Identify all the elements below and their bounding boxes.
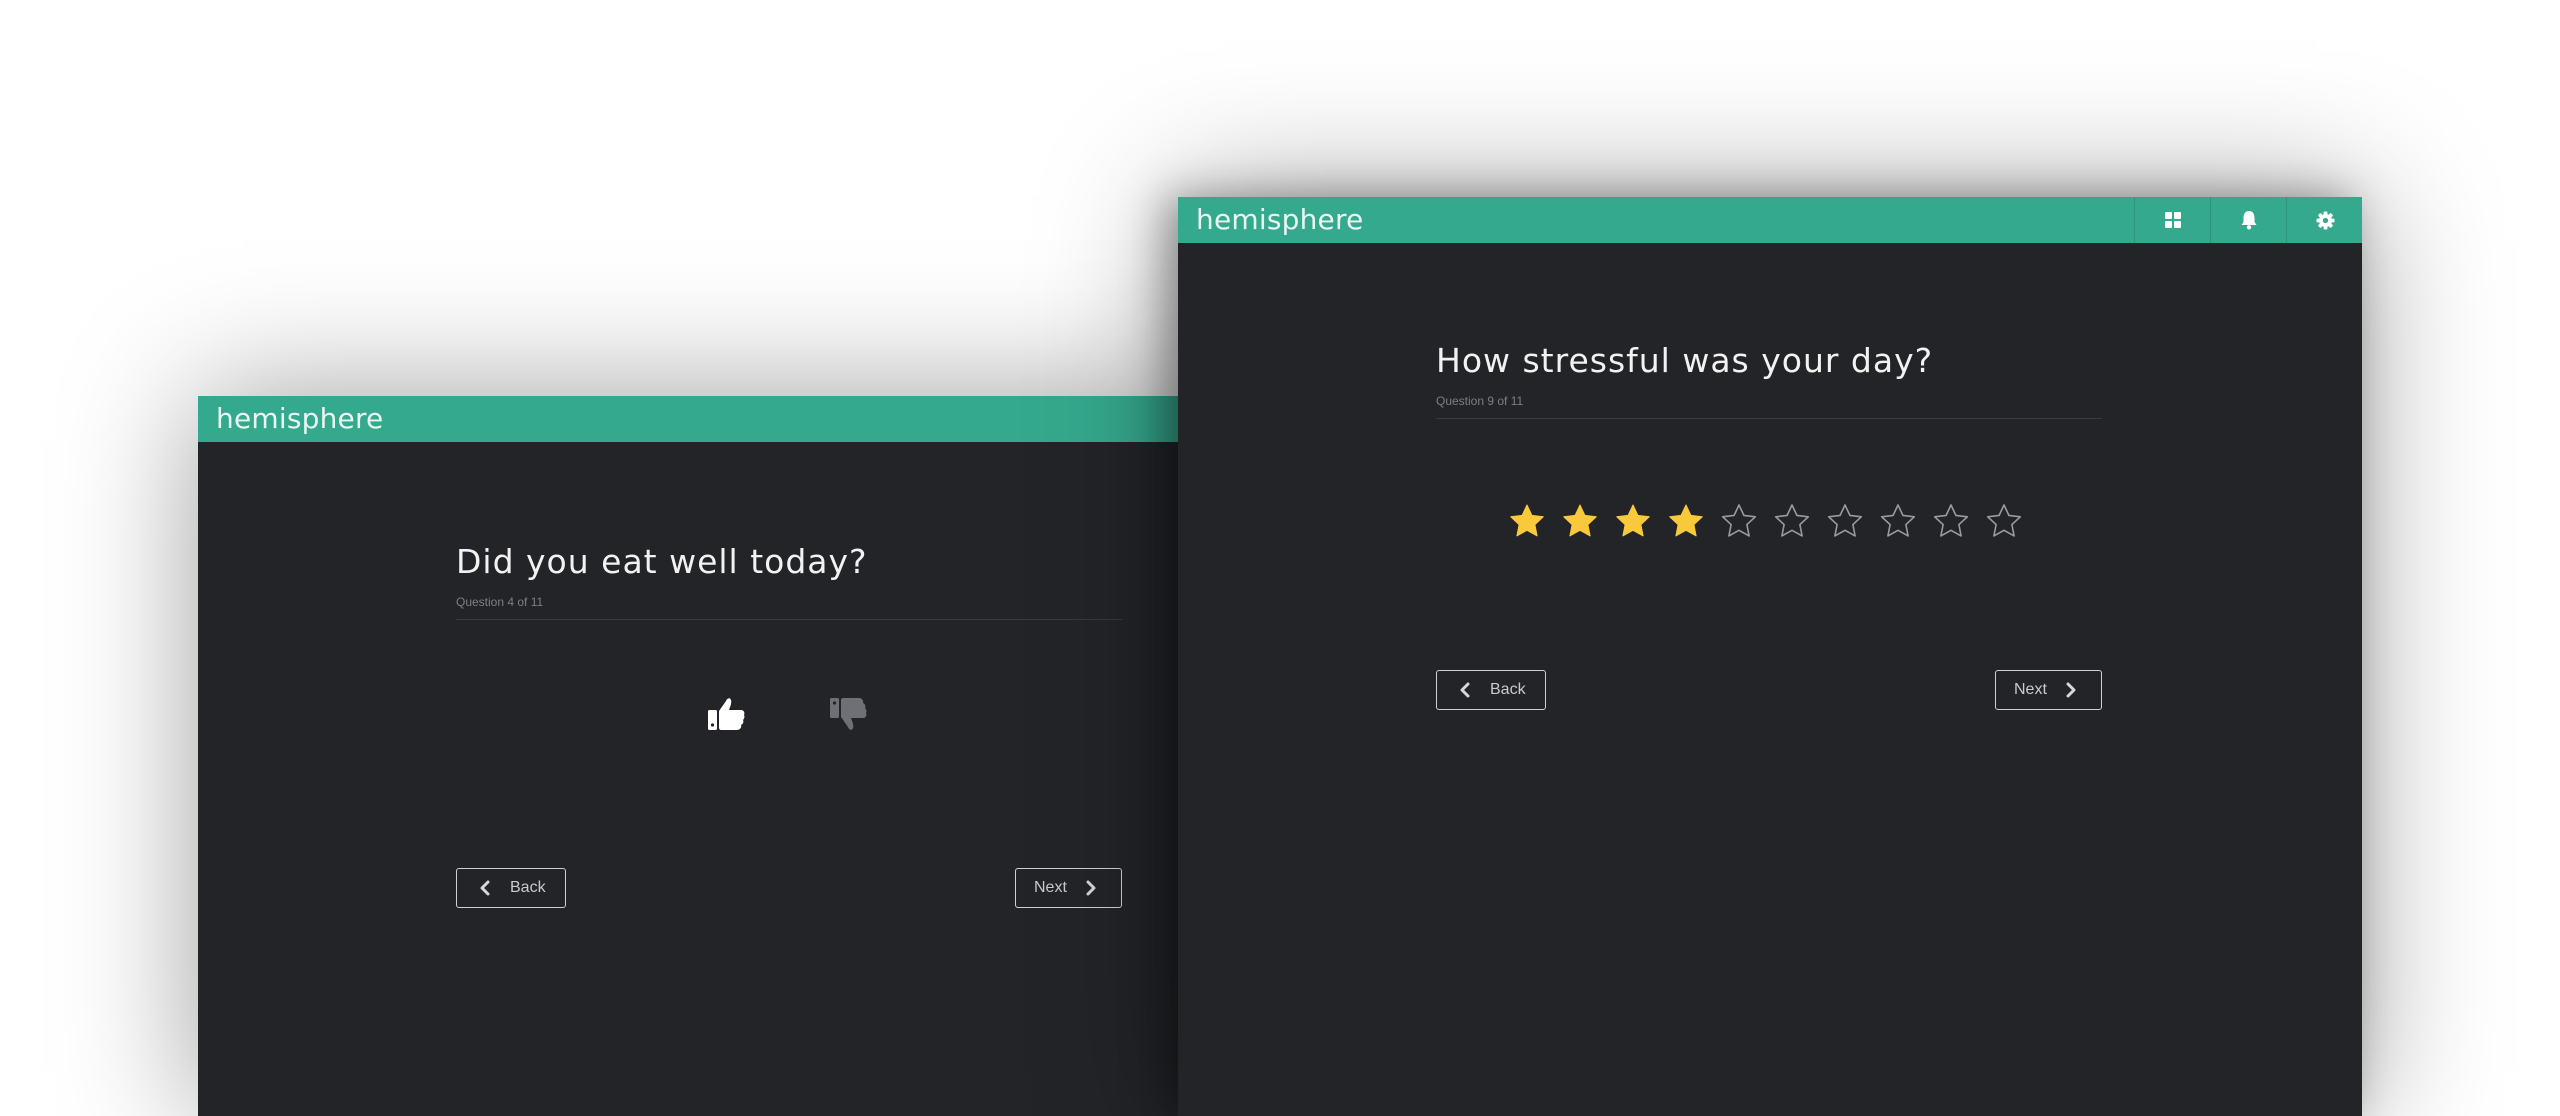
chevron-right-icon	[2066, 682, 2076, 698]
next-button[interactable]: Next	[1995, 670, 2102, 710]
settings-button[interactable]	[2286, 197, 2362, 243]
star-filled-icon[interactable]	[1614, 502, 1652, 540]
star-empty-icon[interactable]	[1932, 502, 1970, 540]
question-title: Did you eat well today?	[456, 542, 868, 581]
thumbs-up-icon[interactable]	[706, 692, 748, 734]
notifications-button[interactable]	[2210, 197, 2287, 243]
next-button-label: Next	[2014, 681, 2047, 698]
top-bar: hemisphere	[1178, 197, 2362, 243]
gear-icon	[2315, 210, 2335, 230]
star-filled-icon[interactable]	[1561, 502, 1599, 540]
question-progress: Question 4 of 11	[456, 595, 544, 609]
back-button-label: Back	[510, 879, 546, 896]
star-empty-icon[interactable]	[1985, 502, 2023, 540]
star-empty-icon[interactable]	[1773, 502, 1811, 540]
top-bar: hemisphere	[198, 396, 1198, 442]
thumbs-down-icon[interactable]	[828, 694, 870, 736]
question-title: How stressful was your day?	[1436, 341, 1934, 380]
next-button[interactable]: Next	[1015, 868, 1122, 908]
survey-window-food: hemisphere Did you eat well today? Quest…	[198, 396, 1198, 1116]
star-filled-icon[interactable]	[1508, 502, 1546, 540]
divider	[1436, 418, 2102, 419]
star-filled-icon[interactable]	[1667, 502, 1705, 540]
chevron-right-icon	[1086, 880, 1096, 896]
star-rating	[1508, 502, 2023, 542]
divider	[456, 619, 1122, 620]
question-progress: Question 9 of 11	[1436, 394, 1524, 408]
back-button-label: Back	[1490, 681, 1526, 698]
brand-logo: hemisphere	[216, 402, 384, 435]
star-empty-icon[interactable]	[1720, 502, 1758, 540]
star-empty-icon[interactable]	[1826, 502, 1864, 540]
survey-window-stress: hemisphere How stressful was your day? Q…	[1178, 197, 2362, 1116]
bell-icon	[2241, 211, 2257, 230]
brand-logo: hemisphere	[1196, 203, 1364, 236]
back-button[interactable]: Back	[456, 868, 566, 908]
star-empty-icon[interactable]	[1879, 502, 1917, 540]
chevron-left-icon	[480, 880, 490, 896]
grid-icon	[2165, 212, 2181, 228]
back-button[interactable]: Back	[1436, 670, 1546, 710]
question-panel: Did you eat well today? Question 4 of 11	[456, 542, 1122, 620]
dashboard-button[interactable]	[2134, 197, 2211, 243]
question-panel: How stressful was your day? Question 9 o…	[1436, 341, 2102, 419]
next-button-label: Next	[1034, 879, 1067, 896]
chevron-left-icon	[1460, 682, 1470, 698]
